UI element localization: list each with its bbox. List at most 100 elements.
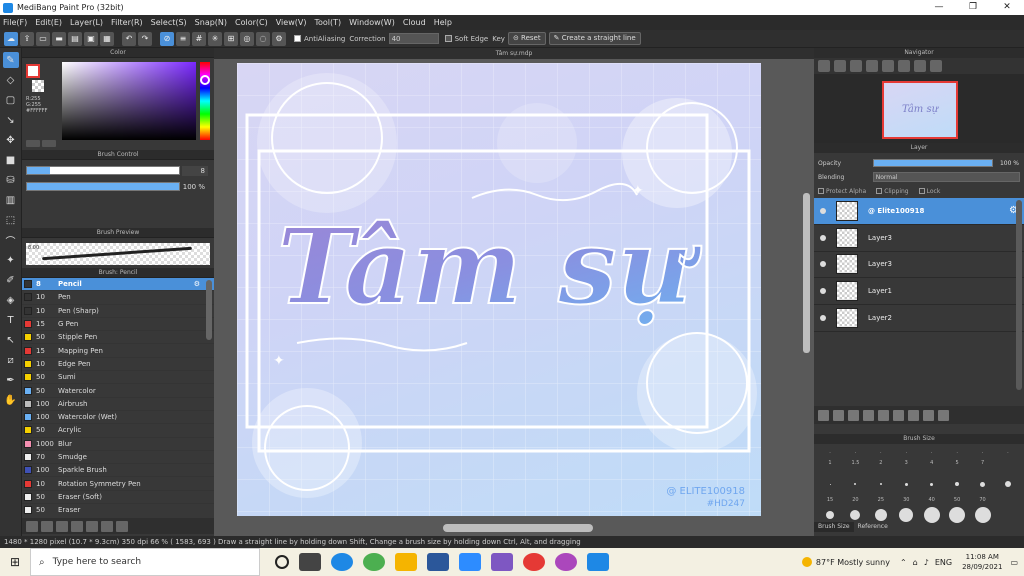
clipping-checkbox[interactable]: Clipping <box>876 188 909 195</box>
chrome-icon[interactable] <box>363 553 385 571</box>
brush-size-preset[interactable] <box>945 507 969 523</box>
navigator-thumbnail[interactable]: Tâm sự <box>882 81 958 139</box>
brush-delete-icon[interactable] <box>116 520 128 532</box>
medibang-taskbar-icon[interactable] <box>587 553 609 571</box>
duplicate-layer-icon[interactable] <box>893 409 904 421</box>
magic-wand-icon[interactable]: ✦ <box>3 252 19 268</box>
menu-item-tool[interactable]: Tool(T) <box>314 18 341 27</box>
layer-opacity-slider[interactable] <box>873 159 993 167</box>
antialiasing-checkbox[interactable]: AntiAliasing <box>294 35 345 43</box>
brush-size-preset[interactable] <box>818 511 842 519</box>
brush-item[interactable]: 100 Sparkle Brush <box>22 464 214 478</box>
gear-icon[interactable]: ⚙ <box>194 280 200 288</box>
brush-duplicate-icon[interactable] <box>101 520 113 532</box>
brush-import-icon[interactable] <box>56 520 68 532</box>
menu-item-snap[interactable]: Snap(N) <box>195 18 227 27</box>
select-eraser-icon[interactable]: ◈ <box>3 292 19 308</box>
visibility-eye-icon[interactable] <box>820 261 826 268</box>
brush-size-label[interactable]: 15 <box>818 497 842 508</box>
brush-size-preset[interactable] <box>920 482 944 486</box>
minimize-button[interactable]: — <box>922 0 956 15</box>
blend-tool-icon[interactable]: ↘ <box>3 112 19 128</box>
layer-row[interactable]: Layer3 <box>814 252 1024 279</box>
notification-icon[interactable]: ▭ <box>1010 558 1018 567</box>
brush-item[interactable]: 10 Rotation Symmetry Pen <box>22 477 214 491</box>
task-view-icon[interactable] <box>299 553 321 571</box>
snap-cross-icon[interactable]: ⊞ <box>224 31 238 46</box>
brush-item[interactable]: 50 Eraser <box>22 504 214 514</box>
dot-tool-icon[interactable]: ▢ <box>3 92 19 108</box>
fit-icon[interactable] <box>850 60 862 72</box>
new-layer-icon[interactable] <box>818 409 829 421</box>
hand-tool-icon[interactable]: ✋ <box>3 392 19 408</box>
bucket-tool-icon[interactable]: ⛁ <box>3 172 19 188</box>
brush-size-slider[interactable] <box>26 166 180 175</box>
language-indicator[interactable]: ENG <box>935 558 952 567</box>
brush-size-preset[interactable] <box>945 482 969 486</box>
merge-layer-icon[interactable] <box>908 409 919 421</box>
brush-item[interactable]: 50 Acrylic <box>22 424 214 438</box>
snap-settings-icon[interactable]: ⚙ <box>272 31 286 46</box>
brush-copy-icon[interactable] <box>71 520 83 532</box>
layer-row[interactable]: Layer2 <box>814 305 1024 332</box>
undo-icon[interactable]: ↶ <box>122 31 136 46</box>
brush-size-label[interactable]: 5 <box>945 460 969 471</box>
layer-settings-icon[interactable] <box>923 409 934 421</box>
soft-edge-checkbox[interactable]: Soft Edge <box>444 35 488 43</box>
maximize-button[interactable]: ❐ <box>956 0 990 15</box>
brush-size-label[interactable]: . <box>920 449 944 460</box>
brush-size-label[interactable]: . <box>971 449 995 460</box>
brush-size-label[interactable]: 3 <box>894 460 918 471</box>
brush-size-preset[interactable] <box>843 510 867 520</box>
close-button[interactable]: ✕ <box>990 0 1024 15</box>
tab-brush-size[interactable]: Brush Size <box>814 522 854 532</box>
zoom-out-icon[interactable] <box>818 60 830 72</box>
visibility-eye-icon[interactable] <box>820 315 826 322</box>
grid-icon[interactable]: ▦ <box>100 31 114 46</box>
brush-size-value[interactable]: 8 <box>182 166 208 176</box>
select-pen-icon[interactable]: ✐ <box>3 272 19 288</box>
brush-size-preset[interactable] <box>894 482 918 486</box>
navigator-view[interactable]: Tâm sự <box>814 74 1024 143</box>
teams-icon[interactable] <box>491 553 513 571</box>
brush-size-preset[interactable] <box>971 481 995 487</box>
new-1bit-layer-icon[interactable] <box>848 409 859 421</box>
reset-button[interactable]: ⊝ Reset <box>507 32 546 45</box>
brush-settings-icon[interactable] <box>86 520 98 532</box>
zoom-in-icon[interactable] <box>834 60 846 72</box>
color-swap-button[interactable] <box>26 140 40 147</box>
canvas-vertical-scrollbar[interactable] <box>803 193 810 353</box>
correction-select[interactable]: 40 <box>388 33 439 44</box>
zoom-icon[interactable] <box>459 553 481 571</box>
upload-icon[interactable]: ⇪ <box>20 31 34 46</box>
brush-item[interactable]: 8 Pencil ⚙ <box>22 278 214 292</box>
taskbar-search[interactable]: ⌕ Type here to search <box>30 548 260 576</box>
brush-size-preset[interactable] <box>869 483 893 485</box>
background-color-swatch[interactable] <box>32 80 44 92</box>
text-tool-icon[interactable]: T <box>3 312 19 328</box>
operation-tool-icon[interactable]: ↖ <box>3 332 19 348</box>
hue-cursor[interactable] <box>200 75 210 85</box>
brush-size-label[interactable]: . <box>945 449 969 460</box>
brush-item[interactable]: 50 Eraser (Soft) <box>22 491 214 505</box>
brush-item[interactable]: 50 Watercolor <box>22 384 214 398</box>
brush-item[interactable]: 15 G Pen <box>22 318 214 332</box>
brush-add-icon[interactable] <box>26 520 38 532</box>
brush-size-label[interactable]: . <box>869 449 893 460</box>
brush-size-label[interactable]: 1 <box>818 460 842 471</box>
brush-size-label[interactable] <box>996 460 1020 471</box>
clock[interactable]: 11:08 AM 28/09/2021 <box>962 552 1002 572</box>
tab-reference[interactable]: Reference <box>854 522 892 532</box>
snap-off-icon[interactable]: ⊘ <box>160 31 174 46</box>
cloud-icon[interactable]: ☁ <box>4 31 18 46</box>
add-layer-dropdown-icon[interactable] <box>863 409 874 421</box>
brush-item[interactable]: 50 Sumi <box>22 371 214 385</box>
menu-item-help[interactable]: Help <box>434 18 452 27</box>
brush-size-label[interactable]: 7 <box>971 460 995 471</box>
brush-list-scrollbar[interactable] <box>206 280 212 340</box>
color-mode-button[interactable] <box>42 140 56 147</box>
brush-item[interactable]: 100 Watercolor (Wet) <box>22 411 214 425</box>
actual-size-icon[interactable] <box>866 60 878 72</box>
brush-item[interactable]: 100 Airbrush <box>22 398 214 411</box>
folder-icon[interactable] <box>878 409 889 421</box>
